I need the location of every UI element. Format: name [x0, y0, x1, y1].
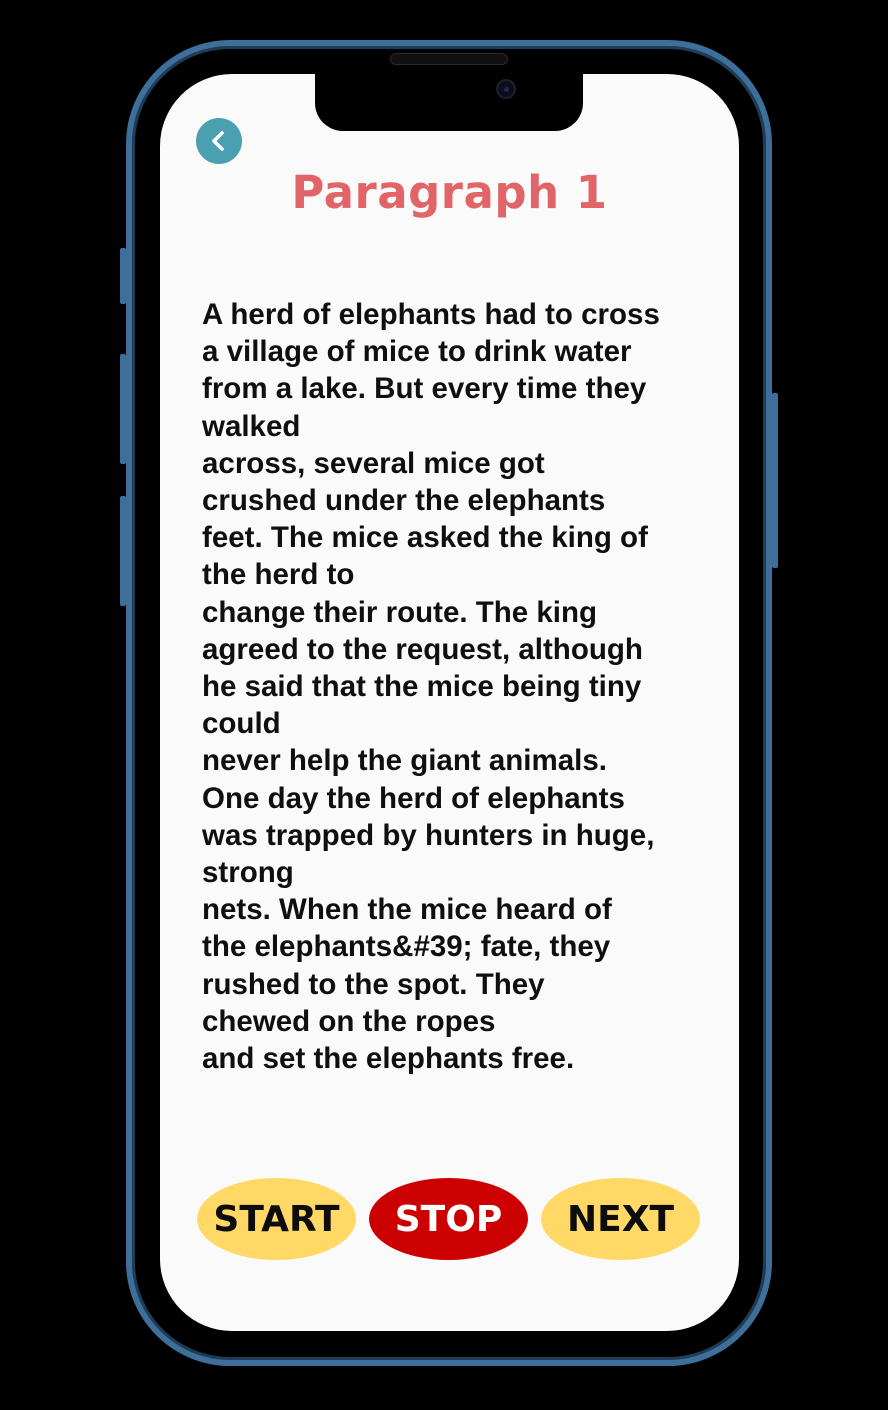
back-button[interactable] [196, 118, 242, 164]
next-button[interactable]: NEXT [541, 1178, 700, 1260]
phone-power-button [772, 393, 778, 568]
phone-volume-down-button [120, 496, 126, 606]
paragraph-line: rushed to the spot. They [202, 967, 545, 1001]
paragraph-line: across, several mice got [202, 446, 545, 480]
paragraph-line: a village of mice to drink water [202, 335, 632, 369]
paragraph-line: he said that the mice being tiny [202, 670, 642, 704]
chevron-left-icon [212, 131, 224, 151]
stop-button[interactable]: STOP [369, 1178, 528, 1260]
phone-speaker [390, 53, 508, 65]
paragraph-line: crushed under the elephants [202, 484, 606, 518]
paragraph-line: chewed on the ropes [202, 1004, 496, 1038]
phone-screen: Paragraph 1 A herd of elephants had to c… [160, 74, 739, 1331]
phone-volume-up-button [120, 354, 126, 464]
playback-controls: START STOP NEXT [160, 1178, 739, 1260]
paragraph-line: could [202, 707, 281, 741]
phone-action-button [120, 248, 126, 304]
paragraph-line: A herd of elephants had to cross [202, 298, 660, 331]
paragraph-line: One day the herd of elephants [202, 781, 625, 815]
paragraph-line: change their route. The king [202, 595, 598, 629]
page-title: Paragraph 1 [291, 166, 608, 219]
front-camera [496, 79, 516, 99]
paragraph-line: feet. The mice asked the king of [202, 521, 648, 555]
start-button[interactable]: START [197, 1178, 356, 1260]
paragraph-line: from a lake. But every time they [202, 372, 647, 406]
paragraph-line: never help the giant animals. [202, 744, 607, 778]
story-paragraph: A herd of elephants had to cross a villag… [202, 296, 702, 1077]
paragraph-line: strong [202, 856, 294, 890]
paragraph-line: the herd to [202, 558, 355, 592]
paragraph-line: and set the elephants free. [202, 1042, 575, 1076]
paragraph-line: agreed to the request, although [202, 632, 643, 666]
paragraph-line: the elephants&#39; fate, they [202, 930, 611, 964]
paragraph-line: was trapped by hunters in huge, [202, 818, 655, 852]
phone-notch [315, 74, 583, 131]
paragraph-line: nets. When the mice heard of [202, 893, 612, 927]
paragraph-line: walked [202, 409, 301, 443]
